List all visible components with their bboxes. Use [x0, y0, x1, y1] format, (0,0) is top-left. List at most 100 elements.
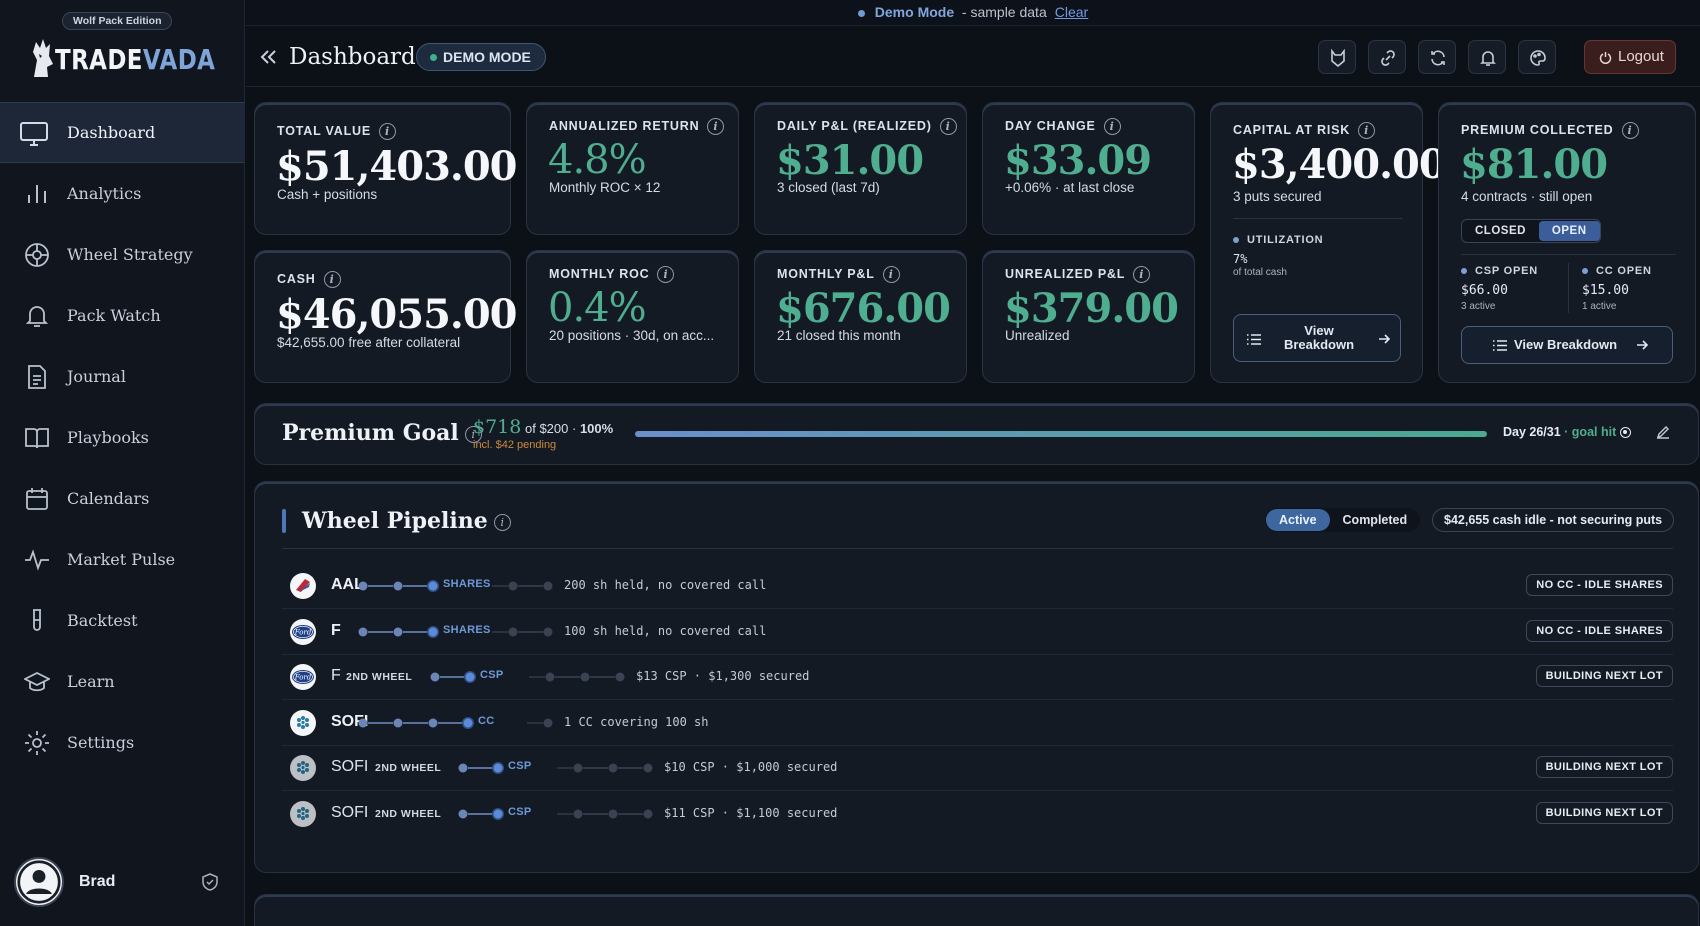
goal-amount: $718 [473, 416, 522, 438]
monthly-roc-value: 0.4% [548, 285, 647, 331]
card-sub: Unrealized [1005, 328, 1070, 343]
annualized-return-card: ANNUALIZED RETURN i 4.8% Monthly ROC × 12 [526, 102, 739, 235]
page-header: Dashboard DEMO MODE Logout [246, 27, 1700, 87]
info-icon[interactable]: i [882, 266, 900, 283]
sidebar-item-learn[interactable]: Learn [0, 651, 245, 712]
sidebar-item-market-pulse[interactable]: Market Pulse [0, 529, 245, 590]
view-breakdown-button[interactable]: View Breakdown [1233, 314, 1401, 362]
status-dot [857, 9, 865, 17]
pipeline-row[interactable]: Ford F 2ND WHEEL CSP $13 CSP · $1,300 secure… [282, 654, 1673, 700]
premium-goal-title: Premium Goal i [282, 420, 482, 446]
pipeline-tabs: Active Completed [1265, 508, 1421, 532]
sidebar-item-analytics[interactable]: Analytics [0, 163, 245, 224]
sidebar-item-label: Market Pulse [67, 550, 176, 569]
sidebar-item-label: Learn [67, 672, 115, 691]
current-stage-label: CSP [508, 805, 532, 818]
card-label: DAILY P&L (REALIZED) i [777, 118, 957, 135]
sidebar-nav: Dashboard Analytics Wheel Strategy Pack … [0, 102, 245, 773]
theme-button[interactable] [1518, 40, 1556, 74]
sidebar-item-playbooks[interactable]: Playbooks [0, 407, 245, 468]
day-change-value: $33.09 [1004, 137, 1152, 184]
pulse-icon [25, 549, 49, 571]
current-stage-label: CSP [508, 760, 532, 772]
card-label: UNREALIZED P&L i [1005, 266, 1151, 283]
user-profile[interactable]: Brad [14, 857, 234, 909]
current-stage-label: SHARES [443, 623, 491, 636]
sidebar-item-dashboard[interactable]: Dashboard [0, 102, 245, 163]
goal-day: Day 26/31 · goal hit [1503, 425, 1631, 439]
info-icon[interactable]: i [1133, 266, 1151, 283]
clear-demo-link[interactable]: Clear [1055, 4, 1088, 20]
link-button[interactable] [1368, 40, 1406, 74]
logout-button[interactable]: Logout [1584, 40, 1676, 74]
ticker-symbol: SOFI [331, 803, 369, 821]
banner-mode: Demo Mode [874, 4, 955, 20]
pipeline-row[interactable]: SOFI 2ND WHEEL CSP $11 CSP · $1,100 secured… [282, 791, 1673, 837]
section-accent [282, 509, 286, 533]
current-stage-label: SHARES [443, 578, 491, 590]
notifications-button[interactable] [1468, 40, 1506, 74]
sidebar-item-label: Settings [67, 733, 135, 752]
toggle-open[interactable]: OPEN [1538, 221, 1600, 241]
logout-label: Logout [1618, 48, 1664, 65]
app-root: Wolf Pack Edition TRADEVADA Dashboard An… [0, 0, 1700, 926]
sidebar-item-label: Wheel Strategy [67, 245, 193, 264]
edit-icon[interactable] [1656, 425, 1670, 439]
card-sub: 3 puts secured [1233, 189, 1322, 204]
sidebar-item-backtest[interactable]: Backtest [0, 590, 245, 651]
pipeline-row[interactable]: SOFI 2ND WHEEL CSP $10 CSP · $1,000 secured… [282, 745, 1673, 791]
ticker-logo-icon: Ford [290, 618, 316, 645]
info-icon[interactable]: i [939, 118, 957, 135]
document-icon [28, 365, 46, 389]
card-sub: 4 contracts · still open [1461, 189, 1593, 204]
position-description: $13 CSP · $1,300 secured [636, 669, 810, 683]
position-description: $10 CSP · $1,000 secured [664, 760, 838, 774]
info-icon[interactable]: i [1358, 122, 1376, 139]
sidebar-item-wheel-strategy[interactable]: Wheel Strategy [0, 224, 245, 285]
shield-icon[interactable] [200, 872, 220, 892]
card-label: CAPITAL AT RISK i [1233, 122, 1376, 139]
ticker-symbol: F [331, 667, 341, 684]
sidebar-item-journal[interactable]: Journal [0, 346, 245, 407]
test-tube-icon [33, 609, 41, 631]
card-sub: $42,655.00 free after collateral [277, 335, 461, 350]
csp-open-label: CSP OPEN [1461, 265, 1538, 277]
card-label: PREMIUM COLLECTED i [1461, 122, 1639, 139]
demo-mode-badge: DEMO MODE [416, 43, 546, 71]
demo-banner: Demo Mode - sample data Clear [246, 0, 1700, 26]
brand-logo[interactable]: Wolf Pack Edition TRADEVADA [28, 12, 218, 82]
edition-badge: Wolf Pack Edition [62, 12, 173, 30]
info-icon[interactable]: i [323, 271, 341, 288]
pipeline-row[interactable]: AAL SHARES 200 sh held, no covered call NO … [282, 563, 1673, 609]
info-icon[interactable]: i [707, 118, 725, 135]
wolf-mode-button[interactable] [1318, 40, 1356, 74]
tab-completed[interactable]: Completed [1330, 509, 1421, 531]
list-icon [1493, 340, 1507, 351]
card-sub: Monthly ROC × 12 [549, 180, 661, 195]
info-icon[interactable]: i [493, 513, 511, 531]
svg-text:Ford: Ford [294, 628, 312, 636]
info-icon[interactable]: i [1103, 118, 1121, 135]
pipeline-row[interactable]: SOFI CC 1 CC covering 100 sh [282, 700, 1673, 746]
info-icon[interactable]: i [657, 266, 675, 283]
sidebar-item-settings[interactable]: Settings [0, 712, 245, 773]
sidebar-item-pack-watch[interactable]: Pack Watch [0, 285, 245, 346]
pipeline-row[interactable]: Ford F SHARES 100 sh held, no covered call N… [282, 609, 1673, 655]
card-label: ANNUALIZED RETURN i [549, 118, 725, 135]
position-description: 100 sh held, no covered call [564, 623, 767, 638]
idle-cash-badge: $42,655 cash idle - not securing puts [1432, 508, 1675, 532]
csp-open-sub: 3 active [1461, 301, 1496, 312]
refresh-button[interactable] [1418, 40, 1456, 74]
sidebar-item-calendars[interactable]: Calendars [0, 468, 245, 529]
toggle-closed[interactable]: CLOSED [1462, 220, 1539, 242]
position-description: 200 sh held, no covered call [564, 578, 767, 592]
ticker-logo-icon [290, 709, 316, 736]
info-icon[interactable]: i [379, 123, 396, 140]
list-icon [1247, 334, 1261, 345]
info-icon[interactable]: i [1621, 122, 1639, 139]
view-breakdown-button[interactable]: View Breakdown [1461, 326, 1673, 364]
tab-active[interactable]: Active [1266, 509, 1330, 531]
collapse-sidebar-icon[interactable] [258, 47, 280, 67]
banner-text: - sample data [961, 4, 1047, 20]
gear-icon [25, 731, 49, 755]
